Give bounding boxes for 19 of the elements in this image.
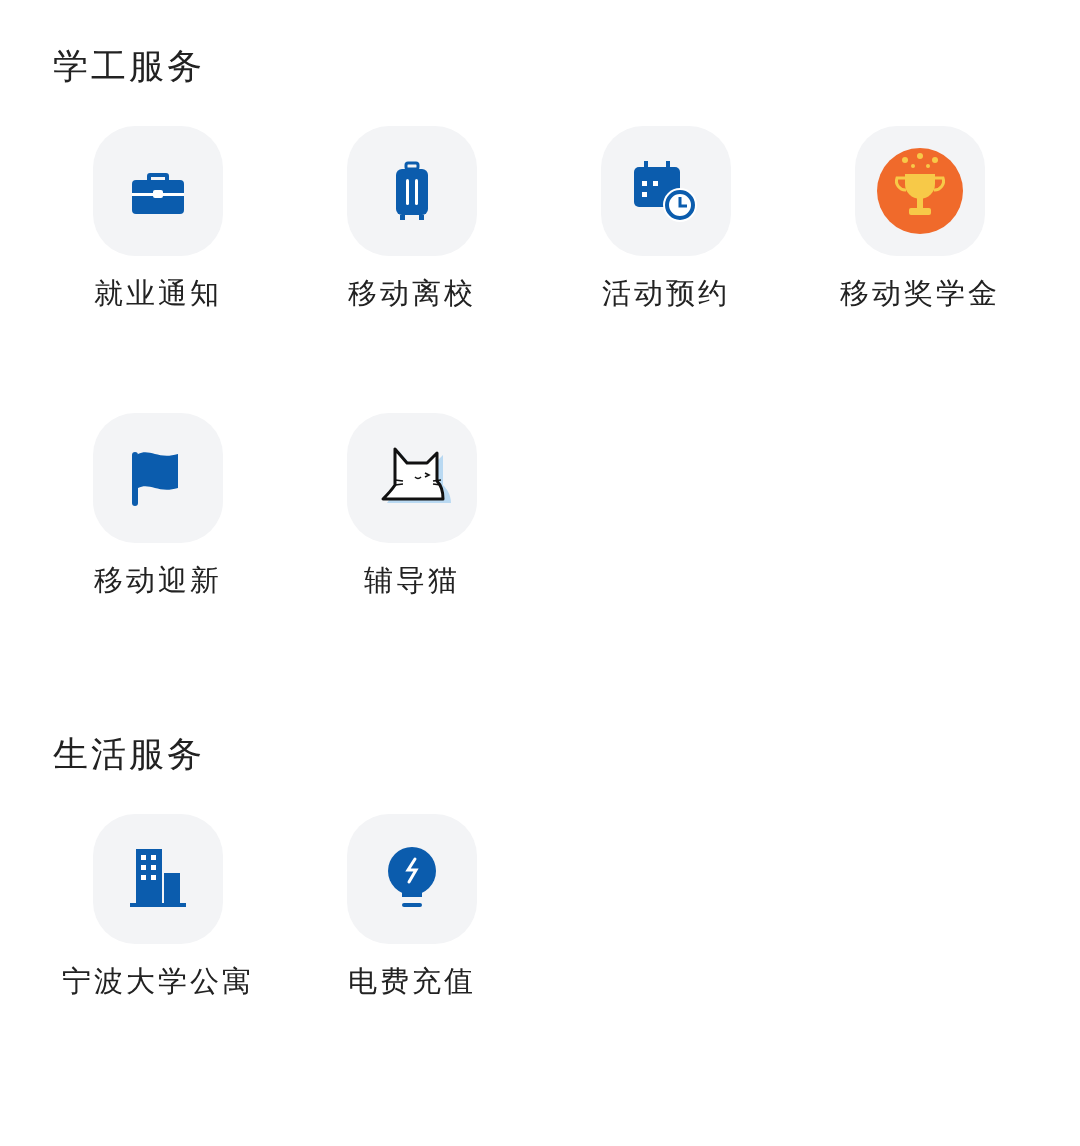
app-label[interactable]: 辅导猫 bbox=[364, 560, 460, 600]
app-tile[interactable] bbox=[347, 126, 477, 256]
app-tile[interactable] bbox=[93, 126, 223, 256]
app-tile[interactable] bbox=[347, 413, 477, 543]
app-label[interactable]: 活动预约 bbox=[602, 273, 730, 313]
app-tile[interactable] bbox=[601, 126, 731, 256]
app-label[interactable]: 宁波大学公寓 bbox=[62, 961, 254, 1001]
trophy-icon bbox=[875, 146, 965, 236]
app-tile[interactable] bbox=[93, 814, 223, 944]
app-label[interactable]: 移动离校 bbox=[348, 273, 476, 313]
app-tile[interactable] bbox=[93, 413, 223, 543]
app-tile[interactable] bbox=[855, 126, 985, 256]
app-tile[interactable] bbox=[347, 814, 477, 944]
section-title: 生活服务 bbox=[53, 733, 206, 776]
app-label[interactable]: 就业通知 bbox=[94, 273, 222, 313]
app-label[interactable]: 移动迎新 bbox=[94, 560, 222, 600]
section-title: 学工服务 bbox=[53, 45, 206, 88]
app-label[interactable]: 移动奖学金 bbox=[840, 273, 1000, 313]
app-label[interactable]: 电费充值 bbox=[348, 961, 476, 1001]
